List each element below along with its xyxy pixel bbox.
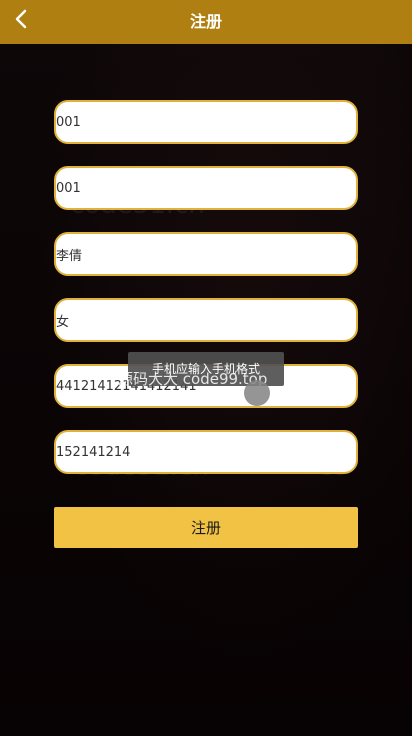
- username-field-wrapper: [54, 100, 358, 144]
- register-button[interactable]: 注册: [54, 507, 358, 548]
- password-field[interactable]: [56, 168, 356, 208]
- name-field[interactable]: [56, 234, 356, 274]
- gender-field[interactable]: [56, 300, 356, 340]
- gender-field-wrapper: [54, 298, 358, 342]
- app-header: 注册: [0, 0, 412, 44]
- touch-indicator: [244, 380, 270, 406]
- phone-field-wrapper: [54, 430, 358, 474]
- password-field-wrapper: [54, 166, 358, 210]
- username-field[interactable]: [56, 102, 356, 142]
- page-title: 注册: [189, 12, 222, 31]
- name-field-wrapper: [54, 232, 358, 276]
- phone-field[interactable]: [56, 432, 356, 472]
